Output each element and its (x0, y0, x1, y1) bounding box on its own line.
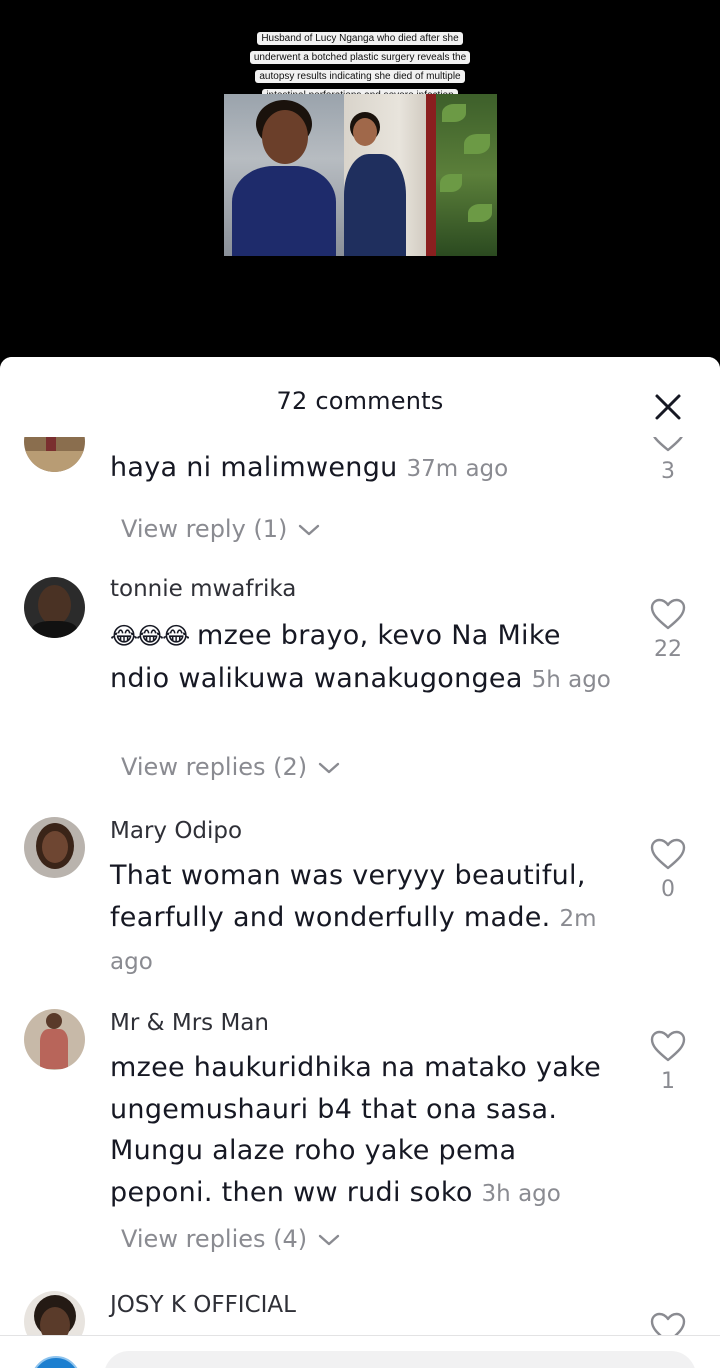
view-replies-label: View replies (2) (121, 753, 308, 781)
comment-username[interactable]: Mr & Mrs Man (110, 1010, 269, 1036)
comment-item: JOSY K OFFICIAL (0, 1291, 720, 1335)
video-caption: Husband of Lucy Nganga who died after sh… (236, 26, 484, 102)
comment-text: haya ni malimwengu 37m ago (110, 447, 615, 491)
avatar[interactable] (24, 817, 85, 878)
heart-icon (650, 838, 686, 870)
screen: Husband of Lucy Nganga who died after sh… (0, 0, 720, 1368)
heart-icon (650, 1030, 686, 1062)
comment-timestamp: 5h ago (531, 666, 611, 693)
view-replies-button[interactable]: View replies (2) (121, 753, 341, 781)
comment-text: That woman was veryyy beautiful, fearful… (110, 855, 615, 984)
avatar[interactable] (24, 1009, 85, 1070)
comment-username[interactable]: tonnie mwafrika (110, 576, 296, 602)
like-button[interactable]: 22 (648, 597, 688, 662)
chevron-down-icon (318, 1234, 339, 1246)
add-comment-bar (0, 1335, 720, 1368)
avatar[interactable] (24, 577, 85, 638)
heart-icon (653, 437, 683, 452)
comment-item: Mary Odipo That woman was veryyy beautif… (0, 817, 720, 1007)
like-count: 22 (654, 637, 682, 662)
comments-header: 72 comments (0, 357, 720, 437)
comment-timestamp: 37m ago (406, 456, 509, 482)
comment-text: 😂😂😂 mzee brayo, kevo Na Mike ndio waliku… (110, 615, 615, 701)
caption-line: Husband of Lucy Nganga who died after sh… (257, 32, 463, 45)
comments-list[interactable]: haya ni malimwengu 37m ago 3 View reply … (0, 437, 720, 1335)
chevron-down-icon (298, 524, 320, 536)
comment-body: That woman was veryyy beautiful, fearful… (110, 860, 586, 933)
video-player[interactable]: Husband of Lucy Nganga who died after sh… (0, 0, 720, 358)
comment-timestamp: 3h ago (481, 1180, 561, 1207)
chevron-down-icon (318, 762, 339, 774)
close-button[interactable] (650, 389, 686, 425)
view-replies-label: View reply (1) (121, 515, 288, 543)
like-button[interactable]: 1 (648, 1029, 688, 1094)
comment-text: mzee haukuridhika na matako yake ungemus… (110, 1047, 615, 1215)
comment-item: Mr & Mrs Man mzee haukuridhika na matako… (0, 1009, 720, 1289)
like-count: 1 (661, 1069, 675, 1094)
photo-plants (436, 94, 497, 256)
like-button[interactable]: 0 (648, 837, 688, 902)
comments-sheet: 72 comments haya ni malimwengu 37m ago 3… (0, 357, 720, 1368)
caption-line: autopsy results indicating she died of m… (255, 70, 465, 83)
like-count: 0 (661, 877, 675, 902)
view-replies-button[interactable]: View replies (4) (121, 1225, 341, 1253)
video-thumbnail-collage (224, 94, 497, 256)
like-button[interactable]: 3 (648, 437, 688, 484)
comments-count-title: 72 comments (276, 387, 444, 415)
heart-icon (650, 598, 686, 630)
comment-item: tonnie mwafrika 😂😂😂 mzee brayo, kevo Na … (0, 576, 720, 817)
photo-woman-portrait (224, 94, 344, 256)
comment-username[interactable]: Mary Odipo (110, 818, 242, 844)
view-replies-button[interactable]: View reply (1) (121, 515, 321, 543)
avatar[interactable] (24, 1291, 85, 1335)
like-count: 3 (661, 459, 675, 484)
user-avatar[interactable] (31, 1356, 81, 1368)
comment-item: haya ni malimwengu 37m ago 3 View reply … (0, 437, 720, 567)
avatar[interactable] (24, 437, 85, 472)
view-replies-label: View replies (4) (121, 1225, 308, 1253)
comment-input[interactable] (104, 1351, 696, 1368)
caption-line: underwent a botched plastic surgery reve… (249, 51, 471, 64)
close-icon (655, 394, 681, 420)
comment-body: haya ni malimwengu (110, 452, 398, 483)
like-button[interactable] (648, 1311, 688, 1335)
photo-woman-standing (344, 94, 436, 256)
laughing-emoji: 😂😂😂 (110, 622, 190, 650)
heart-icon (650, 1312, 686, 1335)
comment-username[interactable]: JOSY K OFFICIAL (110, 1292, 296, 1318)
